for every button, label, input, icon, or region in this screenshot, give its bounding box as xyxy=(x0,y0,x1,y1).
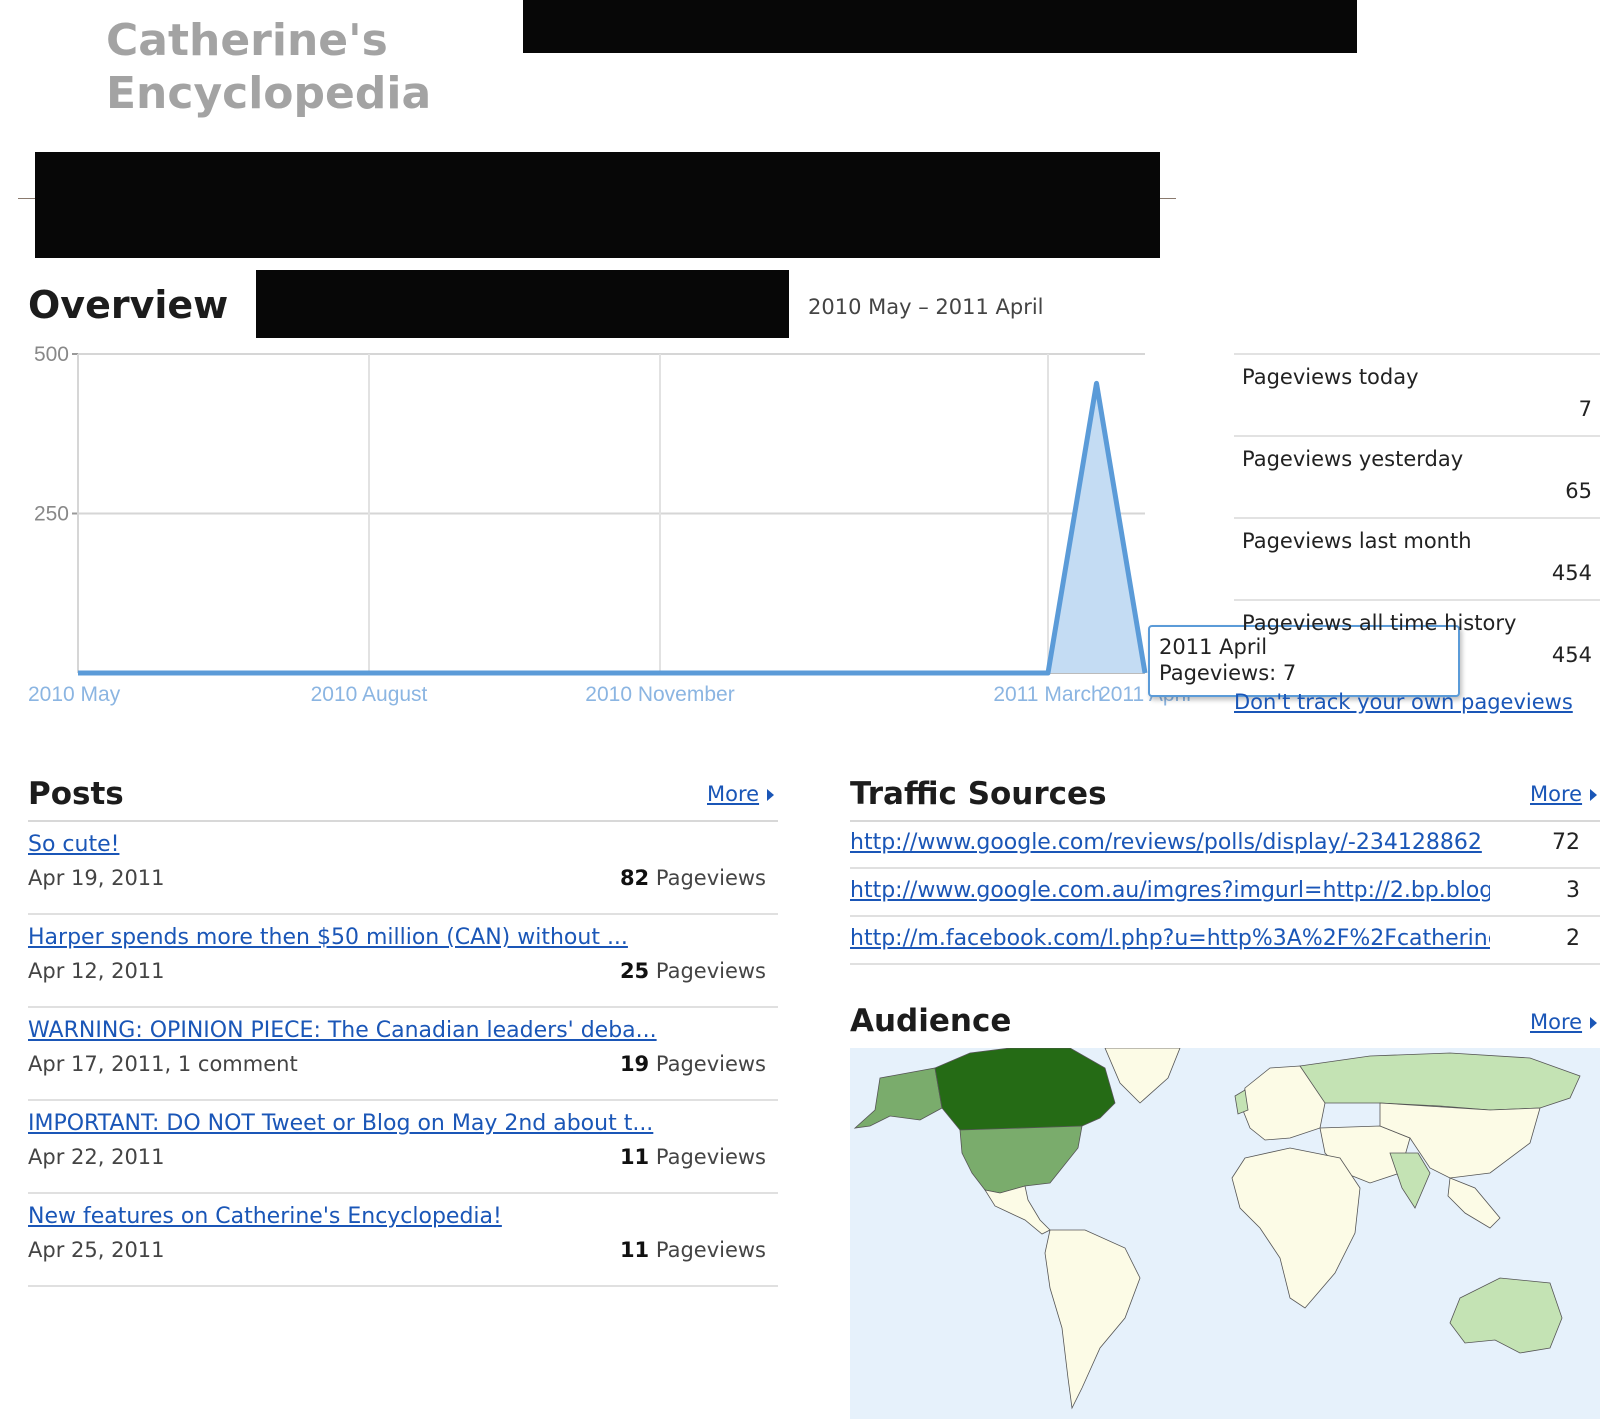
map-region-canada xyxy=(934,1048,1116,1131)
post-date: Apr 25, 2011 xyxy=(28,1238,165,1262)
traffic-row: http://www.google.com.au/imgres?imgurl=h… xyxy=(850,870,1600,917)
posts-more-link[interactable]: More xyxy=(707,782,775,806)
redacted-block xyxy=(523,0,1357,53)
stats-panel: Pageviews today 7 Pageviews yesterday 65… xyxy=(1234,353,1600,681)
x-tick-label: 2010 August xyxy=(311,683,428,706)
post-pageviews: 11 Pageviews xyxy=(620,1145,766,1169)
post-item: Harper spends more then $50 million (CAN… xyxy=(28,915,778,1008)
overview-title: Overview xyxy=(28,283,229,327)
post-count: 11 xyxy=(619,1238,650,1262)
y-tick-label: 250 xyxy=(34,503,69,526)
audience-title: Audience xyxy=(850,1003,1012,1039)
post-count-unit: Pageviews xyxy=(655,1052,766,1076)
post-count-unit: Pageviews xyxy=(655,866,766,890)
arrow-right-icon xyxy=(1590,1017,1598,1029)
traffic-source-link[interactable]: http://www.google.com.au/imgres?imgurl=h… xyxy=(850,878,1490,903)
post-pageviews: 82 Pageviews xyxy=(620,866,766,890)
post-pageviews: 25 Pageviews xyxy=(620,959,766,983)
traffic-count: 72 xyxy=(1552,830,1580,855)
date-range: 2010 May – 2011 April xyxy=(808,295,1044,319)
redacted-block xyxy=(35,152,1160,258)
traffic-count: 2 xyxy=(1566,926,1580,951)
traffic-more-link[interactable]: More xyxy=(1530,782,1598,806)
stat-label: Pageviews last month xyxy=(1242,529,1472,553)
stat-label: Pageviews all time history xyxy=(1242,611,1517,635)
post-item: New features on Catherine's Encyclopedia… xyxy=(28,1194,778,1287)
post-title-link[interactable]: Harper spends more then $50 million (CAN… xyxy=(28,925,628,950)
post-item: WARNING: OPINION PIECE: The Canadian lea… xyxy=(28,1008,778,1101)
stat-row: Pageviews all time history 454 xyxy=(1234,599,1600,681)
stat-label: Pageviews today xyxy=(1242,365,1419,389)
pageviews-chart[interactable]: 500 250 2010 May 2010 August 2010 November 20… xyxy=(0,338,1230,708)
posts-title: Posts xyxy=(28,776,124,812)
post-count: 11 xyxy=(619,1145,650,1169)
audience-world-map[interactable] xyxy=(850,1048,1600,1419)
post-date: Apr 19, 2011 xyxy=(28,866,165,890)
traffic-source-link[interactable]: http://www.google.com/reviews/polls/disp… xyxy=(850,830,1490,855)
post-count-unit: Pageviews xyxy=(655,1238,766,1262)
post-count: 82 xyxy=(619,866,650,890)
post-count: 25 xyxy=(619,959,650,983)
stat-label: Pageviews yesterday xyxy=(1242,447,1464,471)
more-label: More xyxy=(1530,782,1583,806)
stat-row: Pageviews last month 454 xyxy=(1234,517,1600,599)
series-area xyxy=(78,383,1145,673)
post-count-unit: Pageviews xyxy=(655,959,766,983)
map-region-russia xyxy=(1299,1052,1581,1111)
stat-row: Pageviews yesterday 65 xyxy=(1234,435,1600,517)
post-date: Apr 17, 2011, 1 comment xyxy=(28,1052,298,1076)
arrow-right-icon xyxy=(767,789,775,801)
post-title-link[interactable]: WARNING: OPINION PIECE: The Canadian lea… xyxy=(28,1018,657,1043)
audience-more-link[interactable]: More xyxy=(1530,1010,1598,1034)
post-item: So cute! Apr 19, 2011 82 Pageviews xyxy=(28,822,778,915)
traffic-row: http://m.facebook.com/l.php?u=http%3A%2F… xyxy=(850,918,1600,965)
traffic-count: 3 xyxy=(1566,878,1580,903)
post-pageviews: 19 Pageviews xyxy=(620,1052,766,1076)
post-title-link[interactable]: IMPORTANT: DO NOT Tweet or Blog on May 2… xyxy=(28,1111,653,1136)
stat-row: Pageviews today 7 xyxy=(1234,353,1600,435)
traffic-row: http://www.google.com/reviews/polls/disp… xyxy=(850,822,1600,869)
post-item: IMPORTANT: DO NOT Tweet or Blog on May 2… xyxy=(28,1101,778,1194)
traffic-source-link[interactable]: http://m.facebook.com/l.php?u=http%3A%2F… xyxy=(850,926,1490,951)
stat-value: 65 xyxy=(1565,479,1592,503)
dont-track-link[interactable]: Don't track your own pageviews xyxy=(1234,690,1573,714)
stat-value: 454 xyxy=(1551,561,1592,585)
x-tick-label: 2011 March xyxy=(993,683,1102,706)
traffic-title: Traffic Sources xyxy=(850,776,1107,812)
x-tick-label: 2010 May xyxy=(28,683,121,706)
x-tick-label: 2010 November xyxy=(585,683,734,706)
post-title-link[interactable]: So cute! xyxy=(28,832,119,857)
post-title-link[interactable]: New features on Catherine's Encyclopedia… xyxy=(28,1204,502,1229)
more-label: More xyxy=(1530,1010,1583,1034)
post-pageviews: 11 Pageviews xyxy=(620,1238,766,1262)
post-date: Apr 12, 2011 xyxy=(28,959,165,983)
post-count-unit: Pageviews xyxy=(655,1145,766,1169)
blog-title[interactable]: Catherine's Encyclopedia xyxy=(106,14,466,120)
y-tick-label: 500 xyxy=(34,343,69,366)
series-line xyxy=(78,380,1148,676)
stat-value: 7 xyxy=(1578,397,1592,421)
post-count: 19 xyxy=(619,1052,650,1076)
arrow-right-icon xyxy=(1590,789,1598,801)
redacted-block xyxy=(256,270,789,338)
post-date: Apr 22, 2011 xyxy=(28,1145,165,1169)
stat-value: 454 xyxy=(1551,643,1592,667)
more-label: More xyxy=(707,782,760,806)
